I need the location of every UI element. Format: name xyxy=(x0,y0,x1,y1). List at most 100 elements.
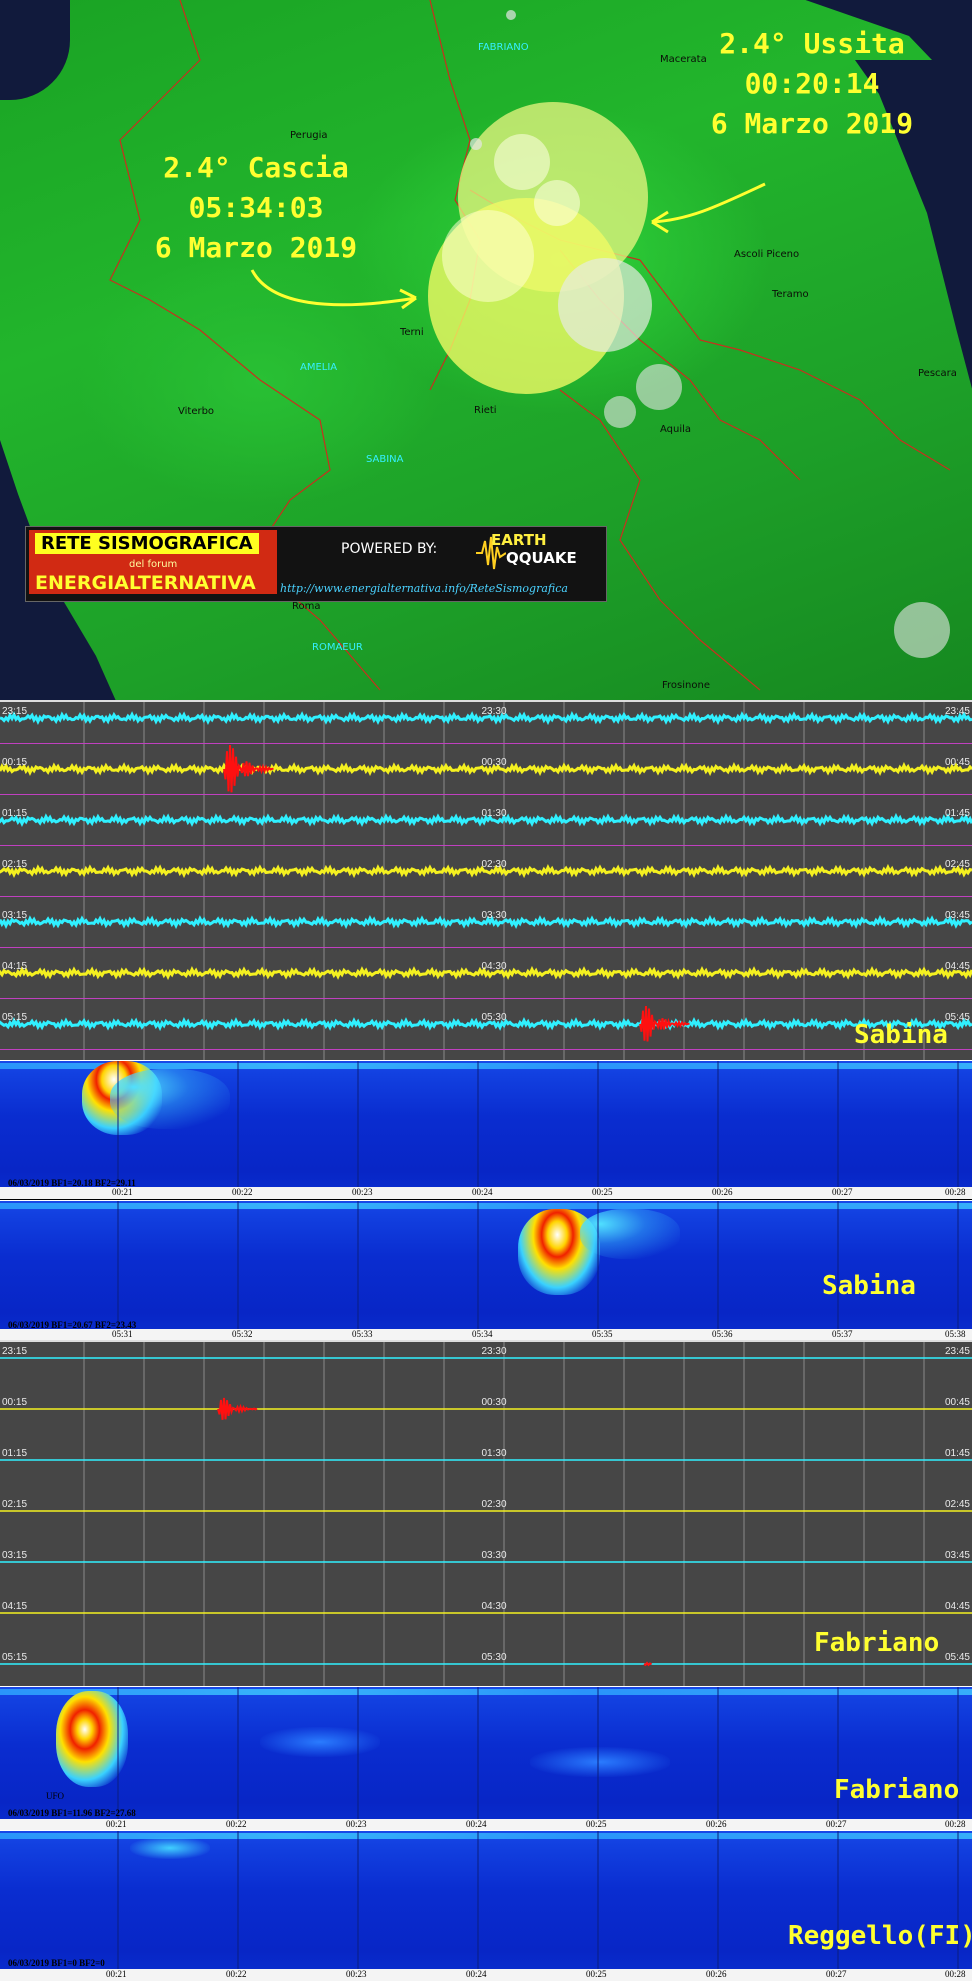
time-label-left: 01:15 xyxy=(2,808,27,819)
time-axis: 00:21 00:22 00:23 00:24 00:25 00:26 00:2… xyxy=(0,1187,972,1199)
spectrogram-info: 06/03/2019 BF1=0 BF2=0 xyxy=(8,1958,105,1968)
time-tick: 00:27 xyxy=(826,1819,847,1829)
helicorder-traces: 23:15 23:30 23:45 00:15 00:30 00:45 01:15 01:30… xyxy=(0,702,972,1060)
time-label-left: 03:15 xyxy=(2,910,27,921)
time-label-left: 04:15 xyxy=(2,961,27,972)
ufo-label: UFO xyxy=(46,1791,65,1801)
time-label-right: 01:45 xyxy=(945,1448,970,1459)
logo-quake: QQUAKE xyxy=(506,549,577,567)
time-tick: 00:23 xyxy=(346,1819,367,1829)
time-label-mid: 01:30 xyxy=(481,1448,506,1459)
time-tick: 05:33 xyxy=(352,1329,373,1339)
time-label-mid: 23:30 xyxy=(481,706,506,717)
time-tick: 00:26 xyxy=(706,1969,727,1979)
earthquake-signal xyxy=(643,1661,653,1667)
earthquake-signal xyxy=(639,1005,690,1042)
time-tick: 05:36 xyxy=(712,1329,733,1339)
banner-forum: del forum xyxy=(129,559,178,570)
time-tick: 00:28 xyxy=(945,1187,966,1197)
powered-by: POWERED BY: xyxy=(341,541,438,557)
time-label-right: 04:45 xyxy=(945,961,970,972)
time-label-mid: 02:30 xyxy=(481,859,506,870)
banner-title: RETE SISMOGRAFICA xyxy=(35,533,259,554)
time-tick: 05:34 xyxy=(472,1329,493,1339)
time-tick: 00:28 xyxy=(945,1969,966,1979)
spectrogram-grid xyxy=(117,1061,959,1199)
time-label-right: 03:45 xyxy=(945,910,970,921)
time-label-right: 03:45 xyxy=(945,1550,970,1561)
time-label-right: 05:45 xyxy=(945,1652,970,1663)
spectrogram-sabina-1: 06/03/2019 BF1=20.18 BF2=29.11 00:21 00:… xyxy=(0,1060,972,1199)
station-name: Sabina xyxy=(822,1271,916,1301)
time-label-mid: 23:30 xyxy=(481,1346,506,1357)
time-tick: 00:23 xyxy=(346,1969,367,1979)
earthquake-signal xyxy=(217,1397,258,1420)
spectrogram-sabina-2: Sabina 06/03/2019 BF1=20.67 BF2=23.43 05… xyxy=(0,1200,972,1341)
time-label-right: 05:45 xyxy=(945,1012,970,1023)
seismic-map: Perugia Macerata Terni Rieti Viterbo Asc… xyxy=(0,0,972,700)
spectrogram-grid xyxy=(117,1687,959,1831)
time-label-mid: 01:30 xyxy=(481,808,506,819)
time-label-right: 00:45 xyxy=(945,757,970,768)
time-label-left: 23:15 xyxy=(2,1346,27,1357)
spectrogram-reggello: Reggello(FI) 06/03/2019 BF1=0 BF2=0 00:2… xyxy=(0,1830,972,1981)
earthquake-signal xyxy=(223,744,274,793)
spectrogram-grid xyxy=(117,1831,959,1981)
time-tick: 00:25 xyxy=(586,1819,607,1829)
time-label-left: 23:15 xyxy=(2,706,27,717)
time-label-left: 05:15 xyxy=(2,1652,27,1663)
time-label-mid: 03:30 xyxy=(481,910,506,921)
time-tick: 05:38 xyxy=(945,1329,966,1339)
time-label-left: 00:15 xyxy=(2,757,27,768)
spectrogram-fabriano: Fabriano UFO 06/03/2019 BF1=11.96 BF2=27… xyxy=(0,1686,972,1831)
time-label-mid: 05:30 xyxy=(481,1012,506,1023)
time-label-left: 02:15 xyxy=(2,859,27,870)
time-tick: 00:21 xyxy=(106,1969,127,1979)
time-tick: 00:22 xyxy=(226,1819,247,1829)
time-tick: 00:23 xyxy=(352,1187,373,1197)
time-tick: 00:22 xyxy=(232,1187,253,1197)
time-label-right: 01:45 xyxy=(945,808,970,819)
time-label-mid: 00:30 xyxy=(481,757,506,768)
network-banner: RETE SISMOGRAFICA del forum ENERGIALTERN… xyxy=(25,526,607,602)
time-label-left: 04:15 xyxy=(2,1601,27,1612)
helicorder-fabriano: 23:15 23:30 23:45 00:15 00:30 00:45 01:15 01:30… xyxy=(0,1340,972,1688)
spectrogram-info: 06/03/2019 BF1=11.96 BF2=27.68 xyxy=(8,1808,136,1818)
time-label-mid: 05:30 xyxy=(481,1652,506,1663)
ussita-arrow xyxy=(651,182,766,224)
time-label-mid: 04:30 xyxy=(481,961,506,972)
time-label-mid: 03:30 xyxy=(481,1550,506,1561)
time-tick: 00:21 xyxy=(112,1187,133,1197)
time-label-mid: 04:30 xyxy=(481,1601,506,1612)
time-label-right: 04:45 xyxy=(945,1601,970,1612)
time-label-right: 00:45 xyxy=(945,1397,970,1408)
time-tick: 00:28 xyxy=(945,1819,966,1829)
time-label-left: 05:15 xyxy=(2,1012,27,1023)
time-label-right: 02:45 xyxy=(945,1499,970,1510)
time-tick: 05:31 xyxy=(112,1329,133,1339)
time-tick: 00:22 xyxy=(226,1969,247,1979)
time-tick: 05:35 xyxy=(592,1329,613,1339)
logo-earth: EARTH xyxy=(491,531,547,549)
time-tick: 05:32 xyxy=(232,1329,253,1339)
time-label-mid: 00:30 xyxy=(481,1397,506,1408)
time-tick: 00:27 xyxy=(832,1187,853,1197)
time-label-left: 01:15 xyxy=(2,1448,27,1459)
time-tick: 00:26 xyxy=(706,1819,727,1829)
station-name: Fabriano xyxy=(834,1775,960,1805)
time-tick: 00:21 xyxy=(106,1819,127,1829)
station-name: Reggello(FI) xyxy=(788,1921,972,1951)
time-tick: 00:27 xyxy=(826,1969,847,1979)
cascia-arrow xyxy=(250,269,417,307)
banner-logo-box: RETE SISMOGRAFICA del forum ENERGIALTERN… xyxy=(29,530,277,594)
time-axis: 00:21 00:22 00:23 00:24 00:25 00:26 00:2… xyxy=(0,1969,972,1981)
time-tick: 00:26 xyxy=(712,1187,733,1197)
banner-name: ENERGIALTERNATIVA xyxy=(35,572,256,594)
time-label-left: 03:15 xyxy=(2,1550,27,1561)
banner-url[interactable]: http://www.energialternativa.info/ReteSi… xyxy=(280,582,568,595)
time-label-left: 02:15 xyxy=(2,1499,27,1510)
time-label-right: 23:45 xyxy=(945,706,970,717)
time-label-right: 02:45 xyxy=(945,859,970,870)
time-tick: 00:25 xyxy=(592,1187,613,1197)
station-name: Sabina xyxy=(854,1020,948,1050)
